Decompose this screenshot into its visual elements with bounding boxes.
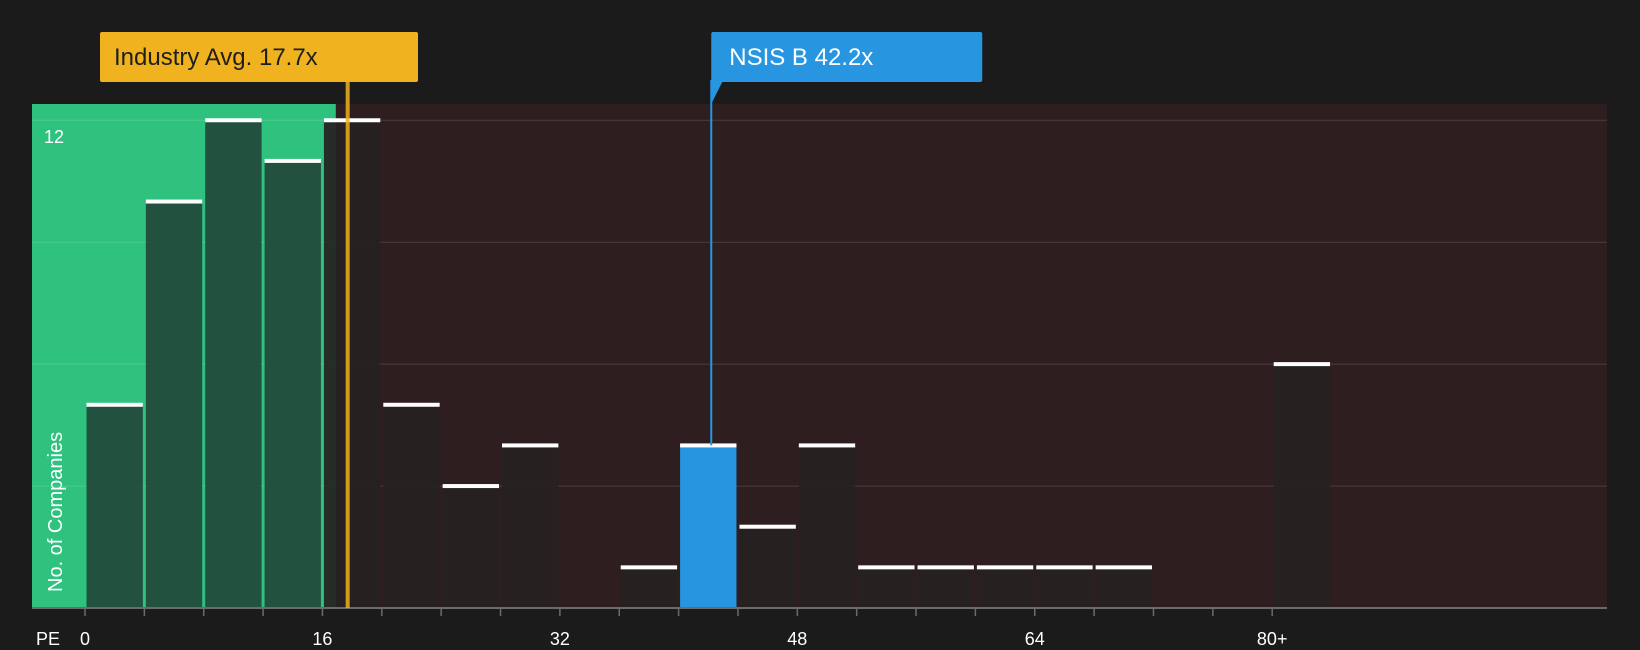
- company-pe-label: NSIS B 42.2x: [729, 44, 873, 71]
- histogram-bar: [323, 120, 381, 609]
- x-tick-label: 32: [550, 629, 570, 649]
- x-axis: 0 16 32 48 64 80+: [32, 607, 1607, 649]
- bar-cap: [145, 199, 203, 204]
- bar-cap: [383, 402, 440, 407]
- x-tick-label: 64: [1025, 629, 1045, 649]
- histogram-bar: [739, 526, 796, 608]
- histogram-bar: [1095, 567, 1152, 608]
- histogram-bar: [620, 567, 678, 608]
- bar-cap: [976, 565, 1034, 570]
- histogram-bar: [205, 120, 262, 609]
- bar-cap: [502, 443, 559, 448]
- industry-average-line: [345, 72, 350, 608]
- bar-cap: [264, 158, 321, 163]
- histogram-bar: [798, 445, 856, 608]
- histogram-bar: [502, 445, 559, 608]
- bar-cap: [917, 565, 974, 570]
- histogram-bar: [442, 486, 500, 608]
- x-tick-label: 48: [787, 629, 807, 649]
- histogram-bar: [264, 160, 321, 608]
- histogram-bar: [1273, 364, 1331, 608]
- bar-cap: [1095, 565, 1152, 570]
- bar-cap: [323, 118, 381, 123]
- pe-distribution-chart: 0 16 32 48 64 80+ 12 No. of Companies PE Indu…: [32, 32, 1607, 649]
- bar-cap: [1036, 565, 1093, 570]
- x-tick-label: 16: [312, 629, 332, 649]
- histogram-bar: [976, 567, 1034, 608]
- bar-cap: [739, 524, 796, 529]
- bar-cap: [620, 565, 678, 570]
- bar-cap: [1273, 362, 1331, 367]
- bar-cap: [680, 443, 737, 448]
- x-axis-label: PE: [36, 629, 60, 649]
- bar-cap: [205, 118, 262, 123]
- histogram-bar: [917, 567, 974, 608]
- x-tick-label: 0: [80, 629, 90, 649]
- histogram-bar: [1036, 567, 1093, 608]
- bar-cap: [442, 484, 500, 489]
- histogram-bar: [86, 404, 143, 608]
- y-tick-label: 12: [44, 127, 64, 147]
- bar-cap: [858, 565, 915, 570]
- bar-cap: [86, 402, 143, 407]
- industry-average-label: Industry Avg. 17.7x: [114, 44, 318, 71]
- x-tick-label: 80+: [1257, 629, 1288, 649]
- bar-cap: [798, 443, 856, 448]
- histogram-bar: [145, 201, 203, 608]
- company-pe-callout: NSIS B 42.2x: [711, 32, 983, 82]
- industry-average-callout: Industry Avg. 17.7x: [100, 32, 418, 82]
- company-pe-pointer: [711, 80, 724, 104]
- histogram-bar: [680, 445, 737, 608]
- y-axis-label: No. of Companies: [45, 432, 67, 592]
- histogram-bar: [858, 567, 915, 608]
- histogram-bar: [383, 404, 440, 608]
